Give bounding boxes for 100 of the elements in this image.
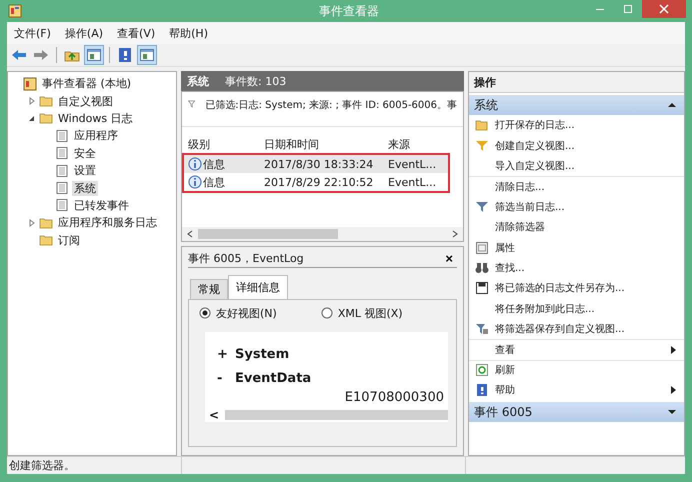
submenu-arrow-icon	[671, 346, 676, 354]
log-icon	[55, 146, 69, 160]
action-item[interactable]: 属性	[469, 237, 684, 258]
tree-item[interactable]: 设置	[72, 163, 98, 178]
tree-item[interactable]: 事件查看器 (本地)	[40, 76, 134, 92]
folder-icon	[475, 119, 489, 132]
section-title: 事件 6005	[474, 404, 532, 421]
left-arrow-icon	[11, 48, 27, 62]
radio-button[interactable]	[199, 307, 211, 319]
action-item[interactable]: 将筛选器保存到自定义视图...	[469, 318, 684, 340]
action-item[interactable]: 帮助	[469, 380, 684, 400]
radio-button[interactable]	[320, 307, 333, 319]
window-title: 事件查看器	[319, 2, 379, 20]
collapse-arrow-icon[interactable]	[668, 102, 676, 108]
data-value: E10708000300	[344, 390, 444, 407]
log-icon	[55, 164, 69, 178]
actions-header: 操作	[469, 72, 684, 93]
event-row[interactable]: 信息 2017/8/29 22:10:52 EventL...	[184, 173, 448, 191]
log-icon	[55, 128, 69, 143]
column-header[interactable]: 日期和时间	[264, 136, 388, 152]
app-icon	[8, 4, 22, 18]
tab[interactable]: 详细信息	[228, 275, 288, 299]
maximize-icon	[623, 4, 633, 14]
tab[interactable]: 常规	[190, 279, 228, 299]
tree-item[interactable]: 应用程序	[72, 128, 120, 144]
info-icon	[188, 175, 202, 189]
refresh-icon	[475, 364, 489, 376]
log-icon	[55, 181, 69, 196]
menu-item[interactable]: 操作(A)	[58, 26, 110, 40]
radio-label[interactable]: XML 视图(X)	[338, 306, 403, 320]
action-item[interactable]: 清除日志...	[469, 176, 684, 197]
tree-item[interactable]: 系统	[72, 180, 98, 196]
action-item[interactable]: 刷新	[469, 360, 684, 380]
radio-label[interactable]: 友好视图(N)	[216, 306, 277, 320]
pane-toggle-button[interactable]	[84, 45, 104, 65]
table-cell-text: EventL...	[388, 158, 438, 170]
column-header[interactable]: 来源	[388, 136, 446, 152]
tree-item[interactable]: 应用程序和服务日志	[56, 215, 159, 230]
pane-icon	[86, 48, 102, 62]
log-icon	[55, 198, 69, 212]
tree-item[interactable]: Windows 日志	[56, 110, 135, 126]
event-title: 事件 6005，EventLog	[188, 250, 304, 266]
filter-icon	[475, 140, 489, 152]
action-item[interactable]: 将已筛选的日志文件另存为...	[469, 278, 684, 299]
folder-icon	[39, 111, 53, 126]
log-name: 系统	[187, 74, 209, 88]
section-header[interactable]: 事件 6005	[469, 402, 684, 422]
close-button[interactable]	[642, 0, 686, 18]
tree-item[interactable]: 订阅	[56, 232, 82, 248]
section-header[interactable]: 系统	[469, 95, 684, 115]
right-arrow-icon	[33, 48, 49, 62]
action-item[interactable]: 查找...	[469, 258, 684, 278]
folder-icon	[39, 94, 53, 108]
horizontal-scrollbar[interactable]	[182, 227, 463, 241]
column-header[interactable]: 级别	[182, 136, 264, 152]
properties-icon	[475, 242, 489, 254]
menu-item[interactable]: 查看(V)	[110, 26, 162, 40]
node-label: System	[235, 346, 290, 362]
info-icon	[188, 157, 202, 171]
filter-icon	[188, 98, 196, 110]
close-button[interactable]: ×	[441, 250, 457, 266]
collapse-arrow-icon[interactable]	[28, 114, 36, 122]
event-row[interactable]: 信息 2017/8/30 18:33:24 EventL...	[184, 155, 448, 173]
status-text: 创建筛选器。	[8, 458, 76, 473]
help-icon	[475, 384, 489, 396]
action-item[interactable]: 清除筛选器	[469, 216, 684, 238]
pane-toggle-button[interactable]	[137, 45, 157, 65]
help-icon	[117, 48, 133, 62]
filter-description: 已筛选:日志: System; 来源: ; 事件 ID: 6005-6006。事	[205, 98, 457, 112]
close-icon	[659, 4, 669, 14]
event-count: 事件数: 103	[225, 74, 286, 88]
scroll-right-icon[interactable]	[451, 230, 459, 238]
folder-icon	[39, 216, 53, 230]
event-viewer-icon	[23, 76, 37, 91]
table-cell-text: EventL...	[388, 176, 438, 188]
scroll-left-icon[interactable]	[186, 230, 194, 238]
action-item[interactable]: 打开保存的日志...	[469, 115, 684, 136]
table-cell: 信息	[203, 174, 225, 190]
tree-item[interactable]: 已转发事件	[72, 198, 131, 213]
table-cell-text: 2017/8/30 18:33:24	[264, 158, 374, 170]
expand-toggle[interactable]: +	[217, 346, 225, 362]
action-item[interactable]: 查看	[469, 339, 684, 360]
menu-item[interactable]: 文件(F)	[7, 26, 58, 40]
scrollbar-thumb[interactable]	[225, 410, 448, 420]
action-item[interactable]: 筛选当前日志...	[469, 196, 684, 217]
table-cell-text: 2017/8/29 22:10:52	[264, 176, 374, 188]
save-icon	[475, 282, 489, 294]
menu-item[interactable]: 帮助(H)	[162, 26, 215, 40]
node-label: EventData	[235, 370, 312, 386]
action-item[interactable]: 创建自定义视图...	[469, 135, 684, 156]
expand-arrow-icon[interactable]	[668, 409, 676, 416]
tree-item[interactable]: 自定义视图	[56, 94, 115, 109]
action-item[interactable]: 导入自定义视图...	[469, 156, 684, 176]
tree-item[interactable]: 安全	[72, 146, 98, 161]
pane-icon	[139, 48, 155, 62]
section-title: 系统	[474, 96, 498, 114]
scroll-left-button[interactable]: <	[209, 408, 220, 422]
expand-toggle[interactable]: -	[217, 370, 225, 386]
folder-icon	[39, 233, 53, 248]
action-item[interactable]: 将任务附加到此日志...	[469, 298, 684, 319]
